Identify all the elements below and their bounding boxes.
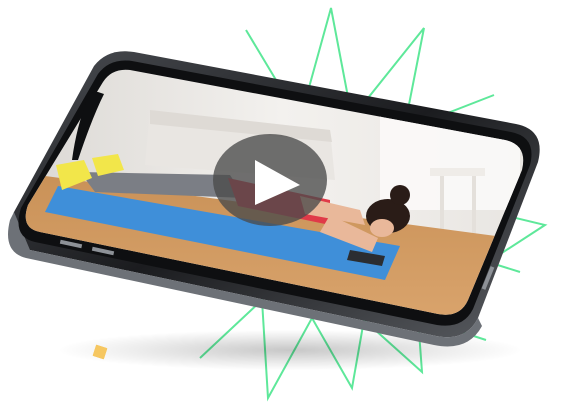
video-table [430, 168, 485, 176]
video-screen[interactable] [0, 0, 563, 405]
video-table-leg [440, 176, 444, 236]
promo-hero [0, 0, 563, 405]
video-table-leg [472, 176, 476, 236]
person-face [370, 219, 394, 237]
person-hair-bun [390, 185, 410, 205]
phone-mockup [0, 0, 563, 405]
play-button[interactable] [213, 134, 327, 226]
